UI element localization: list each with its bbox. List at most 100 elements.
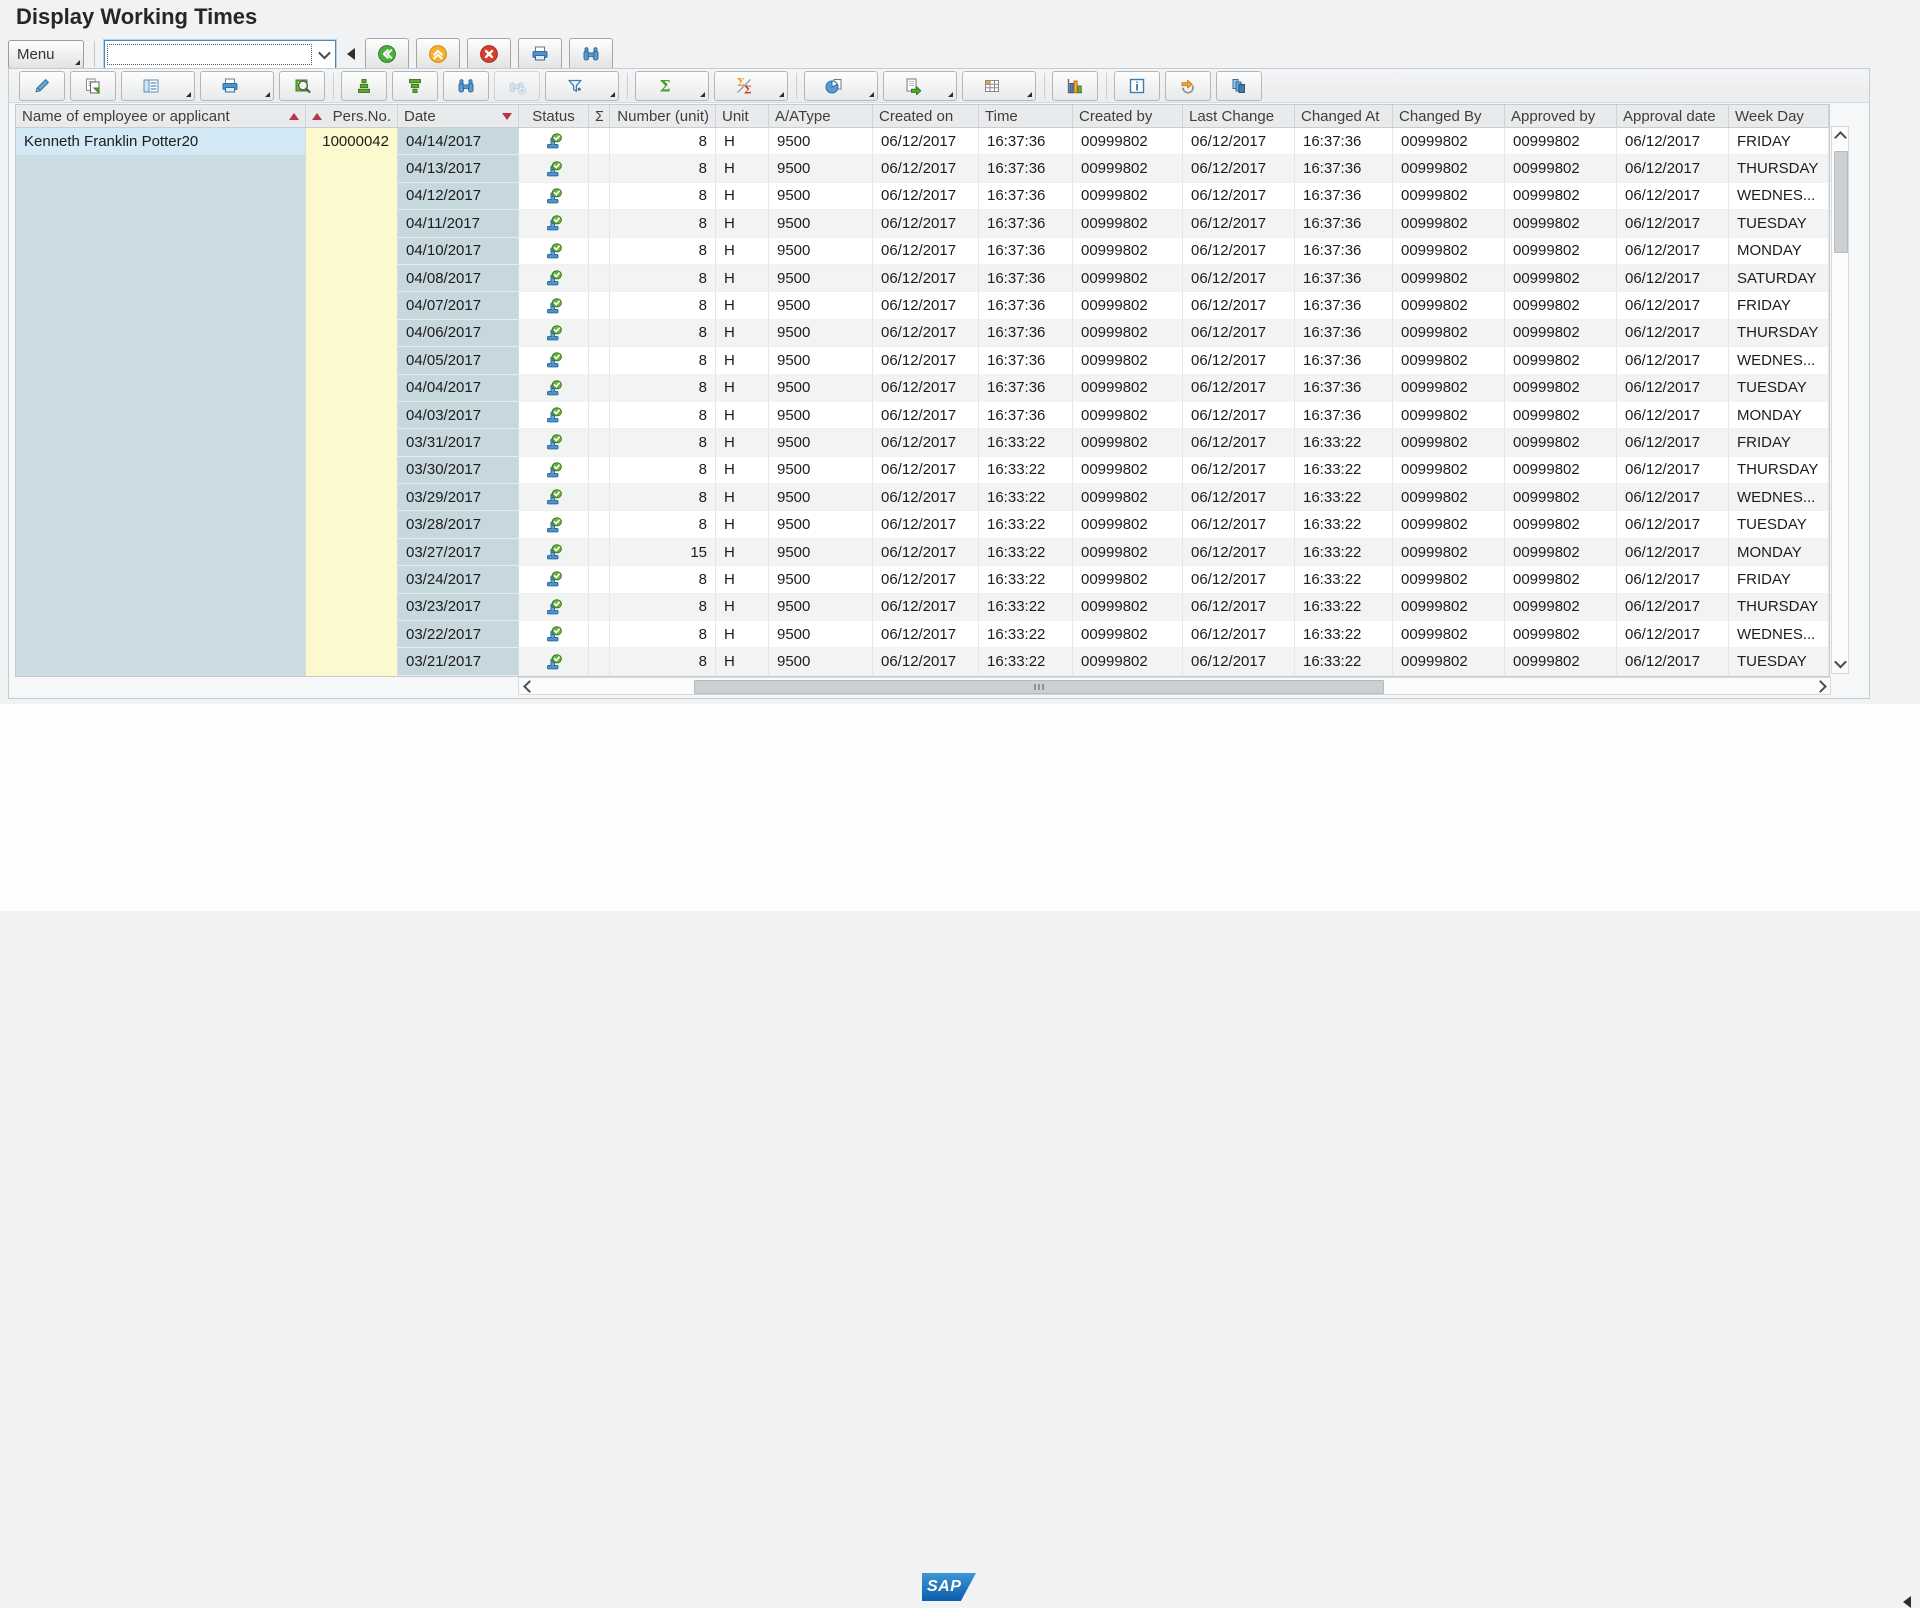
toolbar-button-exit[interactable] bbox=[416, 38, 460, 70]
column-header-last_change[interactable]: Last Change bbox=[1183, 105, 1295, 127]
cell-created_on: 06/12/2017 bbox=[873, 594, 979, 621]
table-row: 03/24/20178H950006/12/201716:33:22009998… bbox=[16, 566, 1829, 593]
cell-aatype: 9500 bbox=[769, 621, 873, 648]
scroll-right-button[interactable] bbox=[1812, 678, 1828, 694]
column-header-aatype[interactable]: A/AType bbox=[769, 105, 873, 127]
column-header-label: Number (unit) bbox=[616, 108, 709, 125]
horizontal-scrollbar-thumb[interactable] bbox=[694, 680, 1384, 694]
column-header-sum[interactable]: Σ bbox=[589, 105, 610, 127]
scroll-left-button[interactable] bbox=[521, 678, 537, 694]
alv-button-views[interactable] bbox=[1216, 71, 1262, 101]
alv-button-search-preview[interactable] bbox=[279, 71, 325, 101]
cell-status bbox=[519, 457, 589, 484]
find-next-icon bbox=[507, 76, 527, 96]
cell-last_change: 06/12/2017 bbox=[1183, 265, 1295, 292]
vertical-scrollbar[interactable] bbox=[1831, 126, 1849, 674]
collapse-toolbar-icon[interactable] bbox=[347, 48, 355, 60]
cell-created_on: 06/12/2017 bbox=[873, 511, 979, 538]
cell-created_on: 06/12/2017 bbox=[873, 210, 979, 237]
toolbar-button-find[interactable] bbox=[569, 38, 613, 70]
alv-button-refresh[interactable] bbox=[1165, 71, 1211, 101]
column-header-approval_date[interactable]: Approval date bbox=[1617, 105, 1729, 127]
refresh-icon bbox=[1178, 76, 1198, 96]
column-header-changed_by[interactable]: Changed By bbox=[1393, 105, 1505, 127]
alv-button-find[interactable] bbox=[443, 71, 489, 101]
cell-created_by: 00999802 bbox=[1073, 292, 1183, 319]
horizontal-scrollbar[interactable] bbox=[518, 677, 1831, 695]
alv-button-export[interactable] bbox=[883, 71, 957, 101]
cell-created_on: 06/12/2017 bbox=[873, 539, 979, 566]
menu-button[interactable]: Menu bbox=[8, 40, 84, 69]
cell-approval_date: 06/12/2017 bbox=[1617, 457, 1729, 484]
cell-changed_at: 16:37:36 bbox=[1295, 265, 1393, 292]
cell-name bbox=[16, 621, 306, 648]
command-input[interactable] bbox=[108, 45, 311, 64]
alv-button-sort-ascending[interactable] bbox=[341, 71, 387, 101]
copy-icon bbox=[83, 76, 103, 96]
alv-button-print-preview[interactable] bbox=[804, 71, 878, 101]
cell-created_on: 06/12/2017 bbox=[873, 292, 979, 319]
dropdown-indicator-icon bbox=[779, 92, 784, 97]
cell-approval_date: 06/12/2017 bbox=[1617, 429, 1729, 456]
toolbar-button-print[interactable] bbox=[518, 38, 562, 70]
alv-button-sum[interactable]: Σ bbox=[635, 71, 709, 101]
dropdown-indicator-icon bbox=[186, 92, 191, 97]
cell-aatype: 9500 bbox=[769, 347, 873, 374]
cell-time: 16:37:36 bbox=[979, 210, 1073, 237]
cell-changed_by: 00999802 bbox=[1393, 566, 1505, 593]
alv-button-edit-pencil[interactable] bbox=[19, 71, 65, 101]
alv-button-sort-descending[interactable] bbox=[392, 71, 438, 101]
column-header-pers_no[interactable]: Pers.No. bbox=[306, 105, 398, 127]
column-header-status[interactable]: Status bbox=[519, 105, 589, 127]
cell-date: 04/12/2017 bbox=[398, 183, 519, 210]
print-icon bbox=[220, 76, 240, 96]
column-header-label: Unit bbox=[722, 108, 762, 125]
column-header-time[interactable]: Time bbox=[979, 105, 1073, 127]
cell-number: 8 bbox=[610, 402, 716, 429]
column-header-approved_by[interactable]: Approved by bbox=[1505, 105, 1617, 127]
chevron-down-icon bbox=[318, 46, 331, 59]
choose-layout-icon bbox=[982, 76, 1002, 96]
column-header-created_on[interactable]: Created on bbox=[873, 105, 979, 127]
toolbar-button-back[interactable] bbox=[365, 38, 409, 70]
column-header-created_by[interactable]: Created by bbox=[1073, 105, 1183, 127]
alv-button-graphic[interactable] bbox=[1052, 71, 1098, 101]
footer-collapse-icon[interactable] bbox=[1903, 1596, 1911, 1608]
cell-aatype: 9500 bbox=[769, 429, 873, 456]
scroll-down-button[interactable] bbox=[1832, 655, 1848, 671]
alv-button-choose-layout[interactable] bbox=[962, 71, 1036, 101]
column-header-week_day[interactable]: Week Day bbox=[1729, 105, 1829, 127]
toolbar-button-cancel[interactable] bbox=[467, 38, 511, 70]
cell-sum bbox=[589, 320, 610, 347]
alv-button-print[interactable] bbox=[200, 71, 274, 101]
alv-button-subtotal[interactable]: ΣΣ bbox=[714, 71, 788, 101]
cell-status bbox=[519, 594, 589, 621]
cell-created_on: 06/12/2017 bbox=[873, 347, 979, 374]
cell-status bbox=[519, 128, 589, 155]
cell-status bbox=[519, 429, 589, 456]
alv-button-details[interactable] bbox=[121, 71, 195, 101]
alv-button-filter[interactable] bbox=[545, 71, 619, 101]
vertical-scrollbar-thumb[interactable] bbox=[1834, 151, 1848, 253]
column-header-date[interactable]: Date bbox=[398, 105, 519, 127]
table-header-row: Name of employee or applicantPers.No.Dat… bbox=[16, 105, 1829, 128]
column-header-number[interactable]: Number (unit) bbox=[610, 105, 716, 127]
column-header-unit[interactable]: Unit bbox=[716, 105, 769, 127]
column-header-name[interactable]: Name of employee or applicant bbox=[16, 105, 306, 127]
column-header-changed_at[interactable]: Changed At bbox=[1295, 105, 1393, 127]
approved-stamp-icon bbox=[544, 268, 564, 288]
sort-descending-icon bbox=[405, 76, 425, 96]
alv-button-info[interactable]: i bbox=[1114, 71, 1160, 101]
cell-week_day: THURSDAY bbox=[1729, 155, 1829, 182]
combobox-dropdown-button[interactable] bbox=[313, 41, 335, 68]
cell-changed_by: 00999802 bbox=[1393, 155, 1505, 182]
command-combobox[interactable] bbox=[104, 40, 336, 69]
table-row: 03/30/20178H950006/12/201716:33:22009998… bbox=[16, 457, 1829, 484]
cell-created_on: 06/12/2017 bbox=[873, 457, 979, 484]
alv-button-copy[interactable] bbox=[70, 71, 116, 101]
cell-aatype: 9500 bbox=[769, 511, 873, 538]
scroll-up-button[interactable] bbox=[1832, 129, 1848, 145]
cell-aatype: 9500 bbox=[769, 594, 873, 621]
cell-pers_no bbox=[306, 183, 398, 210]
cell-number: 8 bbox=[610, 594, 716, 621]
